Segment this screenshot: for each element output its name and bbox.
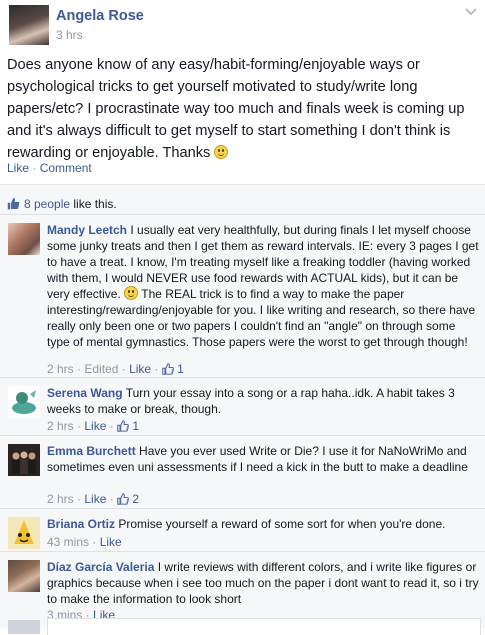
comment-like-link[interactable]: Like [84, 492, 106, 506]
comment-meta: 2 hrs · Like · 1 [47, 419, 140, 433]
comment-like-count[interactable]: 2 [132, 492, 139, 506]
separator: · [32, 161, 37, 175]
likes-suffix: like this. [70, 197, 117, 211]
commenter-avatar[interactable] [8, 560, 40, 592]
comment-like-link[interactable]: Like [129, 362, 151, 376]
commenter-avatar[interactable] [8, 444, 40, 476]
like-link[interactable]: Like [7, 161, 29, 175]
commenter-avatar[interactable] [8, 223, 40, 255]
comment-body: Serena Wang Turn your essay into a song … [47, 385, 479, 417]
comment-like-link[interactable]: Like [100, 535, 122, 549]
comment-meta: 2 hrs · Edited · Like · 1 [47, 362, 184, 376]
likes-count-link[interactable]: 8 people [24, 197, 70, 211]
comment-meta: 2 hrs · Like · 2 [47, 492, 140, 506]
comments-list: Mandy Leetch I usually eat very healthfu… [0, 214, 485, 635]
comment: Mandy Leetch I usually eat very healthfu… [0, 214, 485, 377]
comment-like-count[interactable]: 1 [132, 419, 139, 433]
post-author[interactable]: Angela Rose [56, 8, 144, 24]
commenter-name[interactable]: Díaz García Valeria [47, 560, 154, 574]
smile-emoji-icon [124, 286, 139, 300]
thumbs-up-icon [7, 197, 20, 210]
comment: Briana Ortiz Promise yourself a reward o… [0, 508, 485, 551]
comment-time[interactable]: 2 hrs [47, 492, 74, 506]
comment-text: Promise yourself a reward of some sort f… [118, 517, 446, 531]
comment: Díaz García Valeria I write reviews with… [0, 551, 485, 622]
commenter-avatar[interactable] [8, 386, 40, 418]
comment-link[interactable]: Comment [40, 161, 92, 175]
comment-time[interactable]: 2 hrs [47, 419, 74, 433]
comment-body: Briana Ortiz Promise yourself a reward o… [47, 516, 479, 532]
comment-time[interactable]: 2 hrs [47, 362, 74, 376]
comment-time[interactable]: 43 mins [47, 535, 89, 549]
post-actions: Like · Comment [7, 161, 92, 175]
commenter-avatar[interactable] [8, 517, 40, 549]
commenter-name[interactable]: Emma Burchett [47, 444, 136, 458]
comment-edited[interactable]: Edited [84, 362, 118, 376]
comment-body: Emma Burchett Have you ever used Write o… [47, 443, 479, 475]
author-avatar[interactable] [9, 5, 49, 45]
current-user-avatar [8, 620, 40, 634]
post-text: Does anyone know of any easy/habit-formi… [7, 54, 479, 164]
comment-body: Mandy Leetch I usually eat very healthfu… [47, 222, 479, 350]
thumbs-up-icon [161, 363, 174, 375]
comment-like-link[interactable]: Like [84, 419, 106, 433]
commenter-name[interactable]: Mandy Leetch [47, 223, 127, 237]
post-timestamp[interactable]: 3 hrs [56, 28, 83, 42]
write-comment-input[interactable] [47, 618, 481, 635]
comment: Emma Burchett Have you ever used Write o… [0, 435, 485, 508]
comment-body: Díaz García Valeria I write reviews with… [47, 559, 479, 607]
commenter-name[interactable]: Serena Wang [47, 386, 123, 400]
commenter-name[interactable]: Briana Ortiz [47, 517, 115, 531]
chevron-down-icon[interactable] [463, 4, 479, 20]
post-body: Does anyone know of any easy/habit-formi… [7, 57, 465, 161]
comment-meta: 43 mins · Like [47, 535, 122, 549]
smile-emoji-icon [214, 145, 229, 159]
likes-text: 8 people like this. [24, 197, 117, 211]
thumbs-up-icon [117, 493, 129, 505]
comment-like-count[interactable]: 1 [177, 362, 184, 376]
comment: Serena Wang Turn your essay into a song … [0, 377, 485, 435]
thumbs-up-icon [117, 420, 129, 432]
